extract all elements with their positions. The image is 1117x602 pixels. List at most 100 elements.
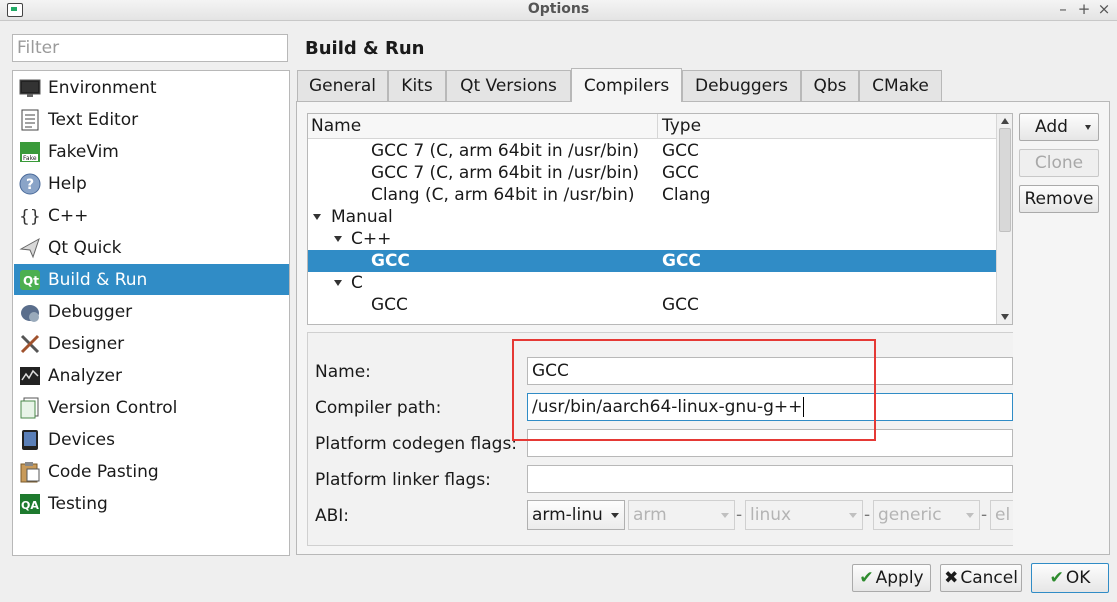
- testing-qa-icon: QA: [19, 493, 41, 515]
- expand-arrow-icon[interactable]: [313, 214, 321, 220]
- designer-icon: [19, 333, 41, 355]
- abi-label: ABI:: [315, 506, 350, 526]
- apply-button[interactable]: ✔ Apply: [852, 564, 931, 592]
- help-icon: ?: [19, 173, 41, 195]
- chevron-down-icon: [966, 513, 974, 518]
- tab-debuggers[interactable]: Debuggers: [682, 70, 801, 101]
- maximize-icon[interactable]: +: [1077, 0, 1091, 18]
- svg-text:?: ?: [26, 177, 34, 193]
- tree-row[interactable]: C++: [308, 228, 998, 250]
- sidebar-item-label: Designer: [48, 333, 125, 354]
- tab-cmake[interactable]: CMake: [859, 70, 942, 101]
- sidebar-item-fakevim[interactable]: Fake FakeVim: [14, 136, 289, 167]
- tab-qbs[interactable]: Qbs: [801, 70, 859, 101]
- tree-row[interactable]: GCC 7 (C, arm 64bit in /usr/bin) GCC: [308, 162, 998, 184]
- analyzer-icon: [19, 365, 41, 387]
- code-pasting-icon: [19, 461, 41, 483]
- chevron-down-icon: [849, 513, 857, 518]
- sidebar-item-debugger[interactable]: Debugger: [14, 296, 289, 327]
- sidebar-item-label: Qt Quick: [48, 237, 122, 258]
- close-icon[interactable]: ×: [1097, 0, 1111, 18]
- sidebar-item-code-pasting[interactable]: Code Pasting: [14, 456, 289, 487]
- sidebar-item-qt-quick[interactable]: Qt Quick: [14, 232, 289, 263]
- sidebar-item-version-control[interactable]: Version Control: [14, 392, 289, 423]
- remove-button[interactable]: Remove: [1019, 185, 1099, 213]
- tree-row[interactable]: Manual: [308, 206, 998, 228]
- debugger-icon: [19, 301, 41, 323]
- sidebar-item-label: Analyzer: [48, 365, 122, 386]
- column-header-type[interactable]: Type: [662, 116, 701, 136]
- expand-arrow-icon[interactable]: [334, 280, 342, 286]
- sidebar-item-label: C++: [48, 205, 89, 226]
- abi-os-combo[interactable]: arm: [628, 500, 735, 530]
- filter-input[interactable]: [12, 34, 288, 62]
- svg-text:Qt: Qt: [23, 274, 39, 288]
- compiler-path-label: Compiler path:: [315, 398, 442, 418]
- sidebar-item-label: Version Control: [48, 397, 178, 418]
- devices-icon: [19, 429, 41, 451]
- minimize-icon[interactable]: –: [1056, 0, 1070, 18]
- abi-separator: -: [736, 505, 743, 525]
- scroll-down-icon[interactable]: [1001, 314, 1009, 320]
- options-sidebar: Environment Text Editor Fake FakeVim ? H…: [12, 70, 290, 556]
- cpp-braces-icon: {}: [19, 205, 41, 227]
- abi-width-combo[interactable]: el: [990, 500, 1013, 530]
- abi-separator: -: [981, 505, 988, 525]
- chevron-down-icon: [721, 513, 729, 518]
- checkmark-icon: ✔: [859, 568, 874, 588]
- sidebar-item-build-run[interactable]: Qt Build & Run: [14, 264, 289, 295]
- compilers-tree[interactable]: Name Type GCC 7 (C, arm 64bit in /usr/bi…: [307, 113, 1013, 325]
- platform-linker-flags-label: Platform linker flags:: [315, 470, 491, 490]
- tree-row[interactable]: GCC 7 (C, arm 64bit in /usr/bin) GCC: [308, 140, 998, 162]
- sidebar-item-label: Code Pasting: [48, 461, 159, 482]
- sidebar-item-environment[interactable]: Environment: [14, 72, 289, 103]
- platform-codegen-flags-label: Platform codegen flags:: [315, 434, 518, 454]
- add-button[interactable]: Add: [1019, 113, 1099, 141]
- platform-linker-flags-field[interactable]: [527, 465, 1013, 493]
- tree-row[interactable]: Clang (C, arm 64bit in /usr/bin) Clang: [308, 184, 998, 206]
- sidebar-item-analyzer[interactable]: Analyzer: [14, 360, 289, 391]
- cancel-x-icon: ✖: [944, 568, 959, 588]
- title-bar: Options – + ×: [0, 0, 1117, 21]
- text-document-icon: [19, 109, 41, 131]
- abi-architecture-combo[interactable]: arm-linu: [527, 500, 625, 530]
- tree-scrollbar[interactable]: [996, 114, 1012, 324]
- sidebar-item-label: Devices: [48, 429, 115, 450]
- column-header-name[interactable]: Name: [311, 116, 361, 136]
- scroll-thumb[interactable]: [999, 128, 1011, 232]
- scroll-up-icon[interactable]: [1001, 118, 1009, 124]
- version-control-icon: [19, 397, 41, 419]
- abi-flavor-combo[interactable]: linux: [745, 500, 863, 530]
- tree-row-selected[interactable]: GCC GCC: [308, 250, 998, 272]
- abi-format-combo[interactable]: generic: [873, 500, 980, 530]
- tab-qt-versions[interactable]: Qt Versions: [446, 70, 571, 101]
- svg-text:{}: {}: [19, 207, 41, 227]
- cancel-button[interactable]: ✖ Cancel: [940, 564, 1022, 592]
- sidebar-item-devices[interactable]: Devices: [14, 424, 289, 455]
- sidebar-item-label: Text Editor: [48, 109, 139, 130]
- ok-button[interactable]: ✔ OK: [1031, 563, 1109, 593]
- sidebar-item-designer[interactable]: Designer: [14, 328, 289, 359]
- sidebar-item-text-editor[interactable]: Text Editor: [14, 104, 289, 135]
- sidebar-item-label: Testing: [48, 493, 108, 514]
- clone-button[interactable]: Clone: [1019, 149, 1099, 177]
- chevron-down-icon: [1085, 125, 1091, 130]
- monitor-icon: [19, 77, 41, 99]
- sidebar-item-testing[interactable]: QA Testing: [14, 488, 289, 519]
- fakevim-icon: Fake: [19, 141, 41, 163]
- sidebar-item-help[interactable]: ? Help: [14, 168, 289, 199]
- sidebar-item-label: FakeVim: [48, 141, 119, 162]
- tree-header: Name Type: [308, 114, 998, 139]
- expand-arrow-icon[interactable]: [334, 236, 342, 242]
- tab-general[interactable]: General: [297, 70, 388, 101]
- tab-compilers[interactable]: Compilers: [571, 68, 682, 102]
- sidebar-item-label: Help: [48, 173, 87, 194]
- sidebar-item-label: Build & Run: [48, 269, 148, 290]
- name-label: Name:: [315, 362, 371, 382]
- highlight-box: [512, 339, 876, 441]
- chevron-down-icon: [611, 513, 619, 518]
- tree-row[interactable]: C: [308, 272, 998, 294]
- sidebar-item-cpp[interactable]: {} C++: [14, 200, 289, 231]
- tree-row[interactable]: GCC GCC: [308, 294, 998, 316]
- tab-kits[interactable]: Kits: [388, 70, 446, 101]
